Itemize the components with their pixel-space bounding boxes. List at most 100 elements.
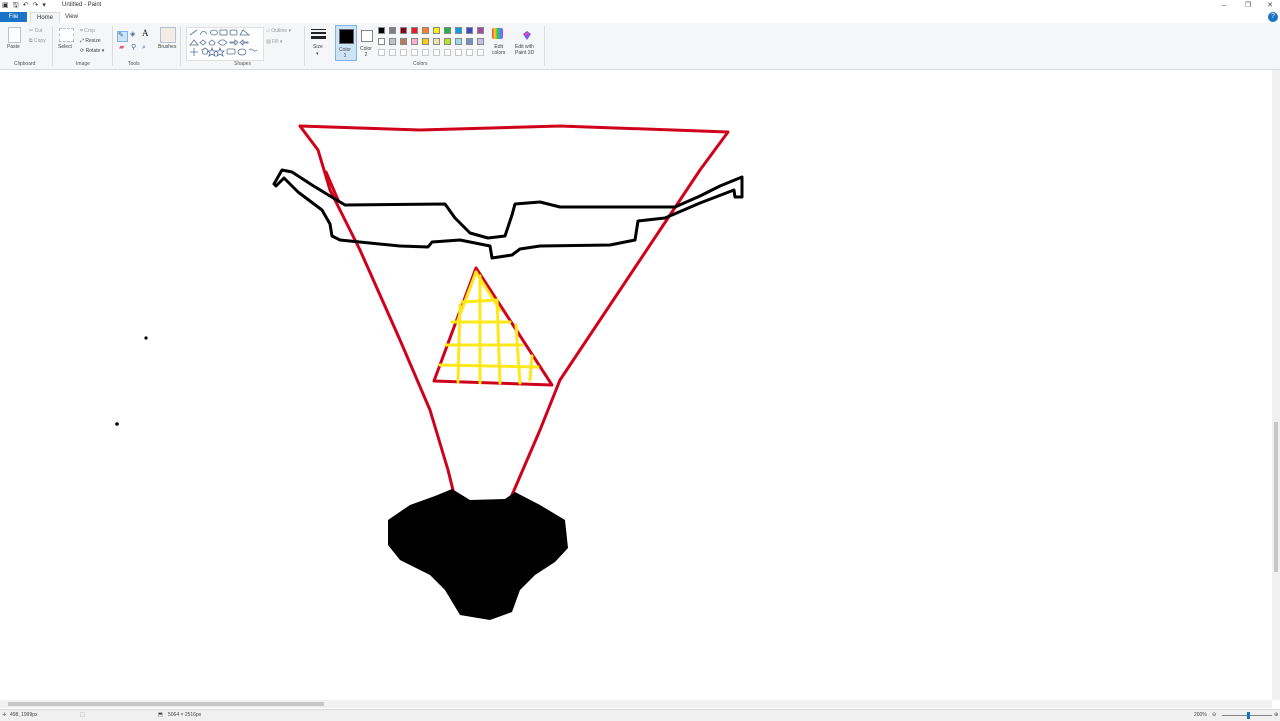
custom-color-slot[interactable]: [466, 49, 473, 56]
palette-swatch[interactable]: [433, 27, 440, 34]
custom-color-slot[interactable]: [389, 49, 396, 56]
palette-swatch[interactable]: [455, 38, 462, 45]
status-bar: ✛ 498, 1999px ⬚ ⬒ 5064 × 2516px 200% ⊖ ⊕: [0, 709, 1280, 721]
palette-swatch[interactable]: [389, 38, 396, 45]
minimize-button[interactable]: –: [1212, 0, 1236, 11]
size-icon[interactable]: [311, 28, 326, 42]
color1-swatch: [339, 29, 354, 44]
size-button[interactable]: Size: [313, 44, 323, 50]
brushes-button[interactable]: Brushes: [158, 44, 176, 50]
save-icon[interactable]: 🖫: [13, 1, 19, 10]
palette-swatch[interactable]: [466, 38, 473, 45]
palette-swatch[interactable]: [433, 38, 440, 45]
color2-button[interactable]: Color 2: [358, 25, 376, 59]
cut-button[interactable]: ✂ Cut: [29, 28, 42, 34]
black-outline-shape: [272, 168, 744, 260]
restore-button[interactable]: ❐: [1236, 0, 1260, 11]
edit-with-paint3d-button[interactable]: Edit with Paint 3D: [515, 44, 534, 56]
fill-bucket-icon[interactable]: ◈: [130, 31, 135, 38]
magnifier-icon[interactable]: ⌕: [142, 44, 146, 51]
canvas-drawing: [115, 124, 744, 620]
palette-swatch[interactable]: [466, 27, 473, 34]
copy-button[interactable]: ⧉ Copy: [29, 38, 46, 44]
zoom-slider-thumb[interactable]: [1247, 712, 1250, 719]
size-dropdown[interactable]: ▾: [316, 51, 319, 57]
drawing-canvas[interactable]: [0, 70, 1272, 700]
paste-icon[interactable]: [8, 27, 21, 43]
vertical-scrollbar[interactable]: [1272, 70, 1280, 700]
edit-colors-icon[interactable]: [492, 28, 503, 39]
outline-button[interactable]: ▱ Outline ▾: [266, 28, 291, 34]
palette-swatch[interactable]: [400, 38, 407, 45]
redo-icon[interactable]: ↷: [32, 1, 38, 10]
palette-swatch[interactable]: [477, 27, 484, 34]
palette-swatch[interactable]: [411, 38, 418, 45]
select-button[interactable]: Select: [58, 44, 72, 50]
fill-button[interactable]: ▨ Fill ▾: [266, 39, 282, 45]
window-title: Untitled - Paint: [62, 2, 102, 8]
help-icon[interactable]: ?: [1268, 12, 1278, 22]
palette-swatch[interactable]: [422, 27, 429, 34]
rotate-button[interactable]: ⟳ Rotate ▾: [80, 48, 104, 54]
canvas-dot: [115, 422, 119, 426]
custom-color-slot[interactable]: [477, 49, 484, 56]
custom-color-slot[interactable]: [433, 49, 440, 56]
app-icon: ▣: [2, 2, 9, 9]
palette-swatch[interactable]: [422, 38, 429, 45]
group-divider: [304, 26, 305, 66]
brushes-icon[interactable]: [160, 27, 176, 43]
color-picker-icon[interactable]: ⚲: [131, 44, 136, 51]
ribbon: Paste ✂ Cut ⧉ Copy Clipboard Select ⌗ Cr…: [0, 23, 1280, 70]
title-bar: ▣ 🖫 ↶ ↷ ▾ Untitled - Paint – ❐ ✕: [0, 0, 1280, 11]
paste-button[interactable]: Paste: [7, 44, 20, 50]
palette-swatch[interactable]: [444, 27, 451, 34]
quick-access-dropdown[interactable]: ▾: [42, 1, 46, 10]
vertical-scroll-thumb[interactable]: [1274, 422, 1278, 572]
custom-color-slot[interactable]: [400, 49, 407, 56]
palette-swatch[interactable]: [455, 27, 462, 34]
zoom-out-button[interactable]: ⊖: [1212, 711, 1216, 720]
paint3d-icon-shape: [523, 31, 531, 40]
zoom-level: 200%: [1194, 712, 1207, 718]
custom-color-slot[interactable]: [422, 49, 429, 56]
tab-view[interactable]: View: [59, 12, 84, 22]
undo-icon[interactable]: ↶: [23, 1, 29, 10]
black-blob: [388, 489, 568, 620]
file-menu[interactable]: File: [0, 12, 27, 22]
shapes-gallery[interactable]: [186, 27, 264, 61]
palette-swatch[interactable]: [411, 27, 418, 34]
group-divider: [544, 26, 545, 66]
canvas-size-icon: ⬒: [158, 712, 163, 718]
eraser-icon[interactable]: ▰: [119, 44, 124, 51]
text-tool-icon[interactable]: A: [142, 29, 149, 38]
color1-button[interactable]: Color 1: [335, 25, 357, 61]
crop-button[interactable]: ⌗ Crop: [80, 28, 95, 34]
pencil-icon[interactable]: ✎: [117, 31, 128, 42]
custom-color-slot[interactable]: [455, 49, 462, 56]
horizontal-scroll-thumb[interactable]: [8, 702, 324, 706]
group-divider: [52, 26, 53, 66]
edit-colors-button[interactable]: Edit colors: [492, 44, 505, 56]
horizontal-scrollbar[interactable]: [0, 700, 1272, 708]
palette-swatch[interactable]: [477, 38, 484, 45]
tools-group-label: Tools: [128, 61, 140, 67]
custom-color-slot[interactable]: [444, 49, 451, 56]
palette-swatch[interactable]: [389, 27, 396, 34]
close-button[interactable]: ✕: [1258, 0, 1280, 11]
custom-color-slot[interactable]: [411, 49, 418, 56]
funnel-outline: [298, 124, 730, 500]
shapes-gallery-icons: [189, 29, 258, 57]
custom-color-slot[interactable]: [378, 49, 385, 56]
palette-swatch[interactable]: [378, 27, 385, 34]
palette-swatch[interactable]: [378, 38, 385, 45]
canvas-dot: [144, 336, 148, 340]
group-divider: [112, 26, 113, 66]
palette-swatch[interactable]: [400, 27, 407, 34]
resize-button[interactable]: ⤢ Resize: [80, 38, 101, 44]
tab-home[interactable]: Home: [30, 12, 61, 23]
colors-group-label: Colors: [413, 61, 428, 67]
select-icon[interactable]: [59, 28, 74, 42]
palette-swatch[interactable]: [444, 38, 451, 45]
zoom-in-button[interactable]: ⊕: [1274, 711, 1278, 720]
paint3d-icon[interactable]: [522, 28, 532, 40]
